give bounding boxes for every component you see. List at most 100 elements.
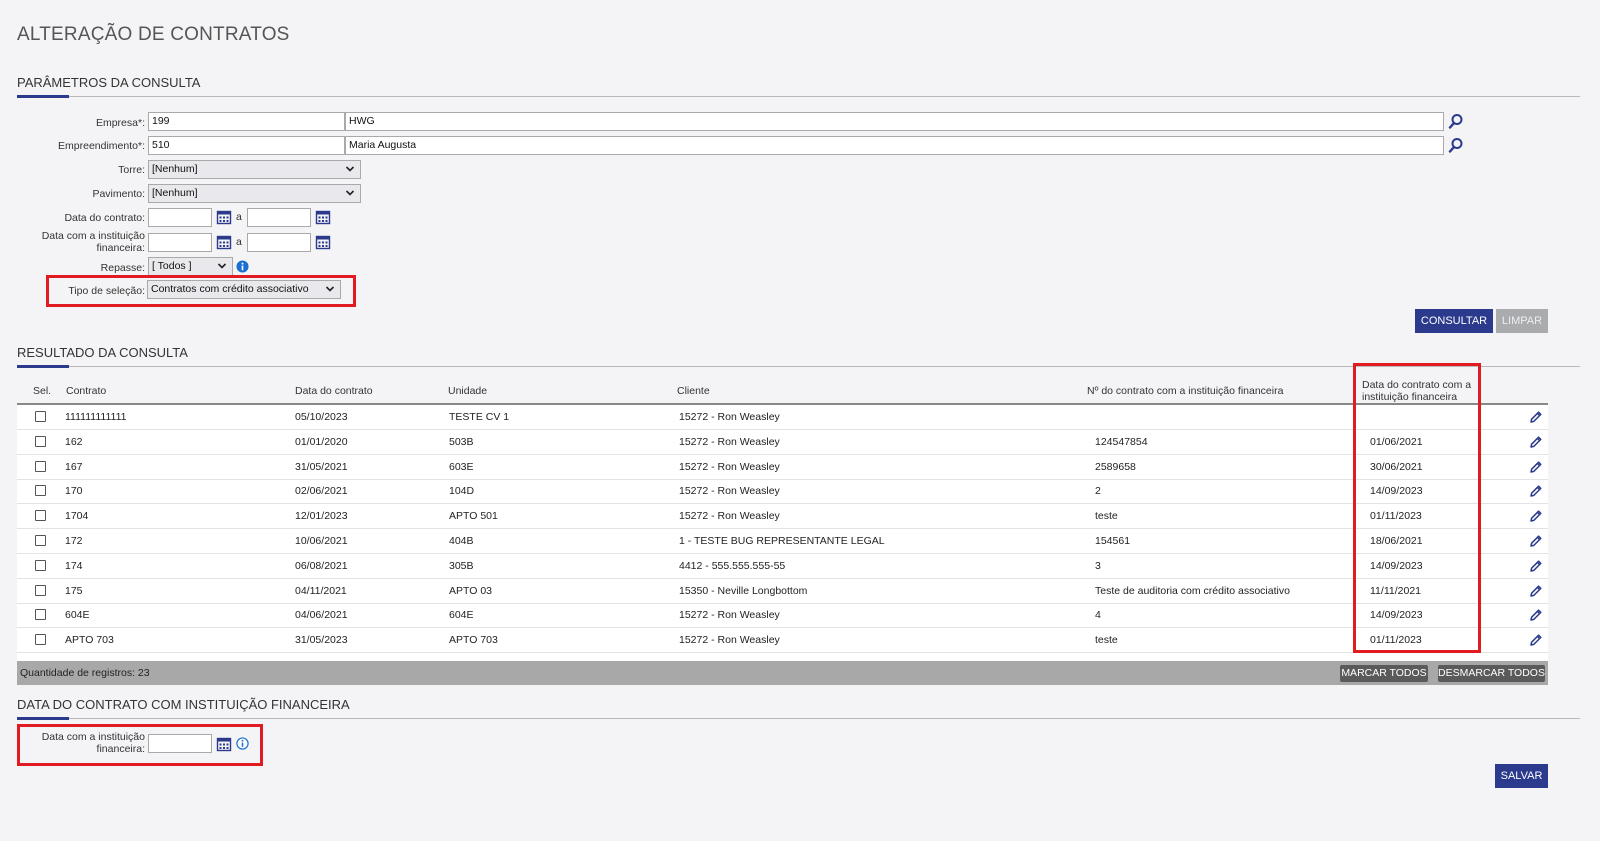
calendar-icon[interactable]: [216, 209, 232, 225]
cell-unidade: APTO 703: [449, 634, 498, 647]
table-row[interactable]: 170 02/06/2021 104D 15272 - Ron Weasley 2 14/…: [17, 479, 1548, 505]
cell-cliente: 4412 - 555.555.555-55: [679, 559, 786, 572]
params-section-accent: [17, 95, 69, 98]
desmarcar-todos-button[interactable]: DESMARCAR TODOS: [1438, 665, 1545, 682]
col-header-data-contrato[interactable]: Data do contrato: [295, 385, 373, 397]
cell-unidade: APTO 501: [449, 510, 498, 523]
col-header-num-contrato-inst[interactable]: Nº do contrato com a instituição finance…: [1087, 385, 1283, 397]
params-section-rule: [17, 96, 1580, 97]
table-row[interactable]: 172 10/06/2021 404B 1 - TESTE BUG REPRESENT…: [17, 529, 1548, 554]
data-inst-label: Data com a instituição financeira:: [17, 230, 145, 254]
table-row[interactable]: 162 01/01/2020 503B 15272 - Ron Weasley 1245…: [17, 430, 1548, 455]
calendar-icon[interactable]: [315, 234, 331, 250]
data-contrato-start-input[interactable]: [148, 208, 212, 227]
row-checkbox[interactable]: [35, 559, 46, 571]
row-checkbox[interactable]: [35, 411, 46, 422]
results-section-title: RESULTADO DA CONSULTA: [17, 345, 188, 360]
empresa-search-icon[interactable]: [1448, 113, 1464, 129]
table-row[interactable]: 174 06/08/2021 305B 4412 - 555.555.555-55 3 1…: [17, 554, 1548, 579]
tipo-selecao-select-value: Contratos com crédito associativo: [151, 283, 309, 295]
bottom-date-label-line2: financeira:: [96, 743, 145, 755]
table-row[interactable]: 604E 04/06/2021 604E 15272 - Ron Weasley 4 14…: [17, 603, 1548, 629]
cell-contrato: APTO 703: [65, 634, 114, 647]
data-inst-start-input[interactable]: [148, 233, 212, 252]
empresa-name-input[interactable]: HWG: [345, 112, 1444, 131]
pavimento-select[interactable]: [Nenhum]: [148, 184, 361, 203]
chevron-down-icon: [345, 190, 355, 196]
chevron-down-icon: [325, 286, 335, 292]
col-header-cliente[interactable]: Cliente: [677, 385, 710, 397]
torre-select[interactable]: [Nenhum]: [148, 160, 361, 179]
salvar-button[interactable]: SALVAR: [1495, 764, 1548, 788]
edit-pencil-icon[interactable]: [1529, 509, 1543, 523]
range-separator: a: [236, 211, 242, 223]
cell-cliente: 15272 - Ron Weasley: [679, 609, 780, 622]
repasse-select[interactable]: [ Todos ]: [148, 257, 233, 276]
row-checkbox[interactable]: [35, 535, 46, 546]
cell-contrato: 111111111111: [65, 411, 127, 423]
calendar-icon[interactable]: [216, 736, 232, 752]
marcar-todos-button[interactable]: MARCAR TODOS: [1340, 665, 1428, 682]
edit-pencil-icon[interactable]: [1529, 633, 1543, 647]
edit-pencil-icon[interactable]: [1529, 435, 1543, 449]
torre-label: Torre:: [118, 164, 145, 176]
table-row[interactable]: APTO 703 31/05/2023 APTO 703 15272 - Ron We…: [17, 628, 1548, 654]
cell-contrato: 604E: [65, 609, 90, 622]
row-checkbox[interactable]: [35, 609, 46, 621]
edit-pencil-icon[interactable]: [1529, 484, 1543, 498]
empreendimento-search-icon[interactable]: [1448, 137, 1464, 153]
cell-data-contrato: 01/01/2020: [295, 435, 348, 448]
table-row[interactable]: 175 04/11/2021 APTO 03 15350 - Neville Long…: [17, 579, 1548, 604]
tipo-selecao-select[interactable]: Contratos com crédito associativo: [147, 280, 341, 299]
edit-pencil-icon[interactable]: [1529, 460, 1543, 474]
info-icon[interactable]: [236, 737, 249, 750]
cell-data-contrato: 05/10/2023: [295, 411, 348, 423]
pavimento-select-value: [Nenhum]: [152, 187, 198, 199]
data-inst-label-line1: Data com a instituição: [41, 230, 145, 242]
edit-pencil-icon[interactable]: [1529, 534, 1543, 548]
cell-unidade: 603E: [449, 460, 474, 473]
empreendimento-code-input[interactable]: 510: [148, 136, 345, 155]
cell-data-contrato: 31/05/2023: [295, 634, 348, 647]
edit-pencil-icon[interactable]: [1529, 608, 1543, 622]
col-header-unidade[interactable]: Unidade: [448, 385, 487, 397]
table-row[interactable]: 111111111111 05/10/2023 TESTE CV 1 15272 - …: [17, 405, 1548, 430]
edit-pencil-icon[interactable]: [1529, 410, 1543, 424]
cell-data-contrato: 04/11/2021: [295, 584, 347, 597]
cell-cliente: 15272 - Ron Weasley: [679, 411, 780, 423]
row-checkbox[interactable]: [35, 510, 46, 522]
bottom-date-input[interactable]: [148, 734, 212, 753]
consultar-button[interactable]: CONSULTAR: [1415, 309, 1493, 333]
cell-data-contrato: 10/06/2021: [295, 535, 348, 547]
row-checkbox[interactable]: [35, 634, 46, 646]
params-section-title: PARÂMETROS DA CONSULTA: [17, 75, 201, 90]
row-checkbox[interactable]: [35, 584, 46, 596]
bottom-date-label-line1: Data com a instituição: [41, 731, 145, 743]
cell-contrato: 175: [65, 584, 83, 597]
table-row[interactable]: 1704 12/01/2023 APTO 501 15272 - Ron Weasle…: [17, 504, 1548, 530]
edit-pencil-icon[interactable]: [1529, 584, 1543, 598]
limpar-button[interactable]: LIMPAR: [1496, 309, 1548, 333]
record-count: Quantidade de registros: 23: [20, 667, 150, 679]
row-checkbox[interactable]: [35, 435, 46, 447]
cell-data-contrato: 02/06/2021: [295, 485, 348, 498]
info-icon[interactable]: [236, 260, 249, 273]
col-header-sel: Sel.: [33, 385, 52, 397]
col-header-contrato[interactable]: Contrato: [66, 385, 106, 397]
row-checkbox[interactable]: [35, 460, 46, 472]
data-contrato-label: Data do contrato:: [64, 212, 145, 224]
cell-cliente: 1 - TESTE BUG REPRESENTANTE LEGAL: [679, 535, 885, 547]
cell-data-contrato: 12/01/2023: [295, 510, 348, 523]
data-inst-end-input[interactable]: [247, 233, 311, 252]
chevron-down-icon: [345, 166, 355, 172]
table-row[interactable]: 167 31/05/2021 603E 15272 - Ron Weasley 2589…: [17, 455, 1548, 480]
data-contrato-end-input[interactable]: [247, 208, 311, 227]
cell-cliente: 15272 - Ron Weasley: [679, 435, 780, 448]
calendar-icon[interactable]: [315, 209, 331, 225]
cell-unidade: 404B: [449, 535, 474, 547]
edit-pencil-icon[interactable]: [1529, 559, 1543, 573]
empresa-code-input[interactable]: 199: [148, 112, 345, 131]
row-checkbox[interactable]: [35, 485, 46, 497]
calendar-icon[interactable]: [216, 234, 232, 250]
empreendimento-name-input[interactable]: Maria Augusta: [345, 136, 1444, 155]
